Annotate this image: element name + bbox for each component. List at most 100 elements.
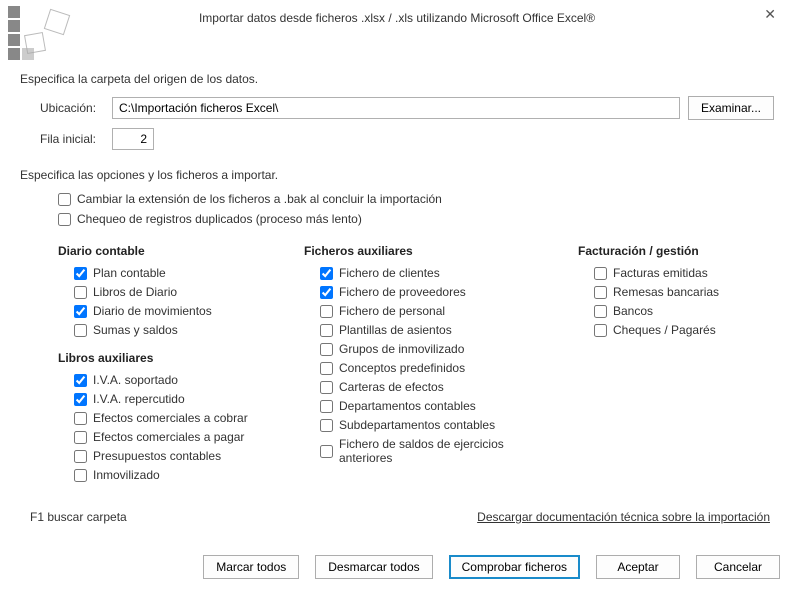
checkbox[interactable] <box>58 193 71 206</box>
group-items-libros: I.V.A. soportado I.V.A. repercutido Efecto… <box>58 373 278 482</box>
checkbox-label: Fichero de saldos de ejercicios anterior… <box>339 437 552 465</box>
section-options-label: Especifica las opciones y los ficheros a… <box>20 168 774 182</box>
list-item[interactable]: Subdepartamentos contables <box>320 418 552 432</box>
checkbox[interactable] <box>320 445 333 458</box>
column-left: Diario contable Plan contable Libros de D… <box>58 244 278 496</box>
checkbox[interactable] <box>320 343 333 356</box>
checkbox[interactable] <box>74 305 87 318</box>
checkbox[interactable] <box>320 400 333 413</box>
list-item[interactable]: Inmovilizado <box>74 468 278 482</box>
list-item[interactable]: Presupuestos contables <box>74 449 278 463</box>
list-item[interactable]: I.V.A. soportado <box>74 373 278 387</box>
close-icon[interactable]: ✕ <box>758 4 782 25</box>
checkbox[interactable] <box>594 305 607 318</box>
checkbox[interactable] <box>74 469 87 482</box>
list-item[interactable]: Libros de Diario <box>74 285 278 299</box>
list-item[interactable]: Sumas y saldos <box>74 323 278 337</box>
checkbox-label: Chequeo de registros duplicados (proceso… <box>77 212 362 226</box>
list-item[interactable]: Plantillas de asientos <box>320 323 552 337</box>
checkbox-label: Libros de Diario <box>93 285 177 299</box>
checkbox[interactable] <box>74 412 87 425</box>
group-heading-ficheros: Ficheros auxiliares <box>304 244 552 258</box>
checkbox-label: Facturas emitidas <box>613 266 708 280</box>
list-item[interactable]: Grupos de inmovilizado <box>320 342 552 356</box>
dialog-title: Importar datos desde ficheros .xlsx / .x… <box>199 11 595 25</box>
location-input[interactable] <box>112 97 680 119</box>
checkbox[interactable] <box>74 324 87 337</box>
checkbox[interactable] <box>594 324 607 337</box>
list-item[interactable]: Carteras de efectos <box>320 380 552 394</box>
doc-download-link[interactable]: Descargar documentación técnica sobre la… <box>477 510 770 524</box>
column-middle: Ficheros auxiliares Fichero de clientesF… <box>304 244 552 496</box>
checkbox-label: Presupuestos contables <box>93 449 221 463</box>
checkbox[interactable] <box>74 374 87 387</box>
list-item[interactable]: Remesas bancarias <box>594 285 774 299</box>
group-items-diario: Plan contable Libros de Diario Diario de m… <box>58 266 278 337</box>
checkbox[interactable] <box>74 267 87 280</box>
list-item[interactable]: Conceptos predefinidos <box>320 361 552 375</box>
group-heading-facturacion: Facturación / gestión <box>578 244 774 258</box>
mark-all-button[interactable]: Marcar todos <box>203 555 299 579</box>
checkbox[interactable] <box>320 305 333 318</box>
cancel-button[interactable]: Cancelar <box>696 555 780 579</box>
checkbox[interactable] <box>594 267 607 280</box>
start-row-input[interactable] <box>112 128 154 150</box>
checkbox-label: Plan contable <box>93 266 166 280</box>
start-row-label: Fila inicial: <box>20 132 112 146</box>
checkbox-label: Sumas y saldos <box>93 323 178 337</box>
checkbox[interactable] <box>320 324 333 337</box>
checkbox[interactable] <box>594 286 607 299</box>
checkbox-label: Remesas bancarias <box>613 285 719 299</box>
ok-button[interactable]: Aceptar <box>596 555 680 579</box>
checkbox-label: Plantillas de asientos <box>339 323 452 337</box>
dialog-root: Importar datos desde ficheros .xlsx / .x… <box>0 0 794 593</box>
browse-button[interactable]: Examinar... <box>688 96 774 120</box>
list-item[interactable]: Cheques / Pagarés <box>594 323 774 337</box>
checkbox[interactable] <box>320 381 333 394</box>
list-item[interactable]: Bancos <box>594 304 774 318</box>
list-item[interactable]: Fichero de clientes <box>320 266 552 280</box>
group-items-ficheros: Fichero de clientes Fichero de proveedore… <box>304 266 552 465</box>
location-row: Ubicación: Examinar... <box>20 96 774 120</box>
unmark-all-button[interactable]: Desmarcar todos <box>315 555 432 579</box>
opt-bak-extension[interactable]: Cambiar la extensión de los ficheros a .… <box>58 192 774 206</box>
list-item[interactable]: Fichero de personal <box>320 304 552 318</box>
checkbox-label: Cambiar la extensión de los ficheros a .… <box>77 192 442 206</box>
list-item[interactable]: Diario de movimientos <box>74 304 278 318</box>
checkbox-label: Departamentos contables <box>339 399 476 413</box>
checkbox[interactable] <box>320 419 333 432</box>
list-item[interactable]: Efectos comerciales a cobrar <box>74 411 278 425</box>
titlebar: Importar datos desde ficheros .xlsx / .x… <box>10 6 784 30</box>
list-item[interactable]: Plan contable <box>74 266 278 280</box>
checkbox-label: Carteras de efectos <box>339 380 444 394</box>
checkbox[interactable] <box>74 450 87 463</box>
list-item[interactable]: Efectos comerciales a pagar <box>74 430 278 444</box>
list-item[interactable]: Fichero de saldos de ejercicios anterior… <box>320 437 552 465</box>
column-right: Facturación / gestión Facturas emitidas R… <box>578 244 774 496</box>
checkbox[interactable] <box>74 431 87 444</box>
checkbox[interactable] <box>74 286 87 299</box>
checkbox-label: Efectos comerciales a cobrar <box>93 411 248 425</box>
checkbox-label: Fichero de personal <box>339 304 445 318</box>
checkbox-label: Fichero de proveedores <box>339 285 466 299</box>
checkbox-label: Inmovilizado <box>93 468 160 482</box>
list-item[interactable]: Facturas emitidas <box>594 266 774 280</box>
top-options: Cambiar la extensión de los ficheros a .… <box>20 192 774 226</box>
checkbox[interactable] <box>320 267 333 280</box>
opt-duplicate-check[interactable]: Chequeo de registros duplicados (proceso… <box>58 212 774 226</box>
content-area: Especifica la carpeta del origen de los … <box>10 38 784 524</box>
checkbox[interactable] <box>58 213 71 226</box>
list-item[interactable]: Fichero de proveedores <box>320 285 552 299</box>
checkbox[interactable] <box>74 393 87 406</box>
checkbox-label: Bancos <box>613 304 653 318</box>
group-heading-diario: Diario contable <box>58 244 278 258</box>
checkbox-label: Subdepartamentos contables <box>339 418 495 432</box>
section-source-label: Especifica la carpeta del origen de los … <box>20 72 774 86</box>
checkbox[interactable] <box>320 286 333 299</box>
checkbox-label: I.V.A. repercutido <box>93 392 185 406</box>
list-item[interactable]: I.V.A. repercutido <box>74 392 278 406</box>
checkbox[interactable] <box>320 362 333 375</box>
check-files-button[interactable]: Comprobar ficheros <box>449 555 580 579</box>
list-item[interactable]: Departamentos contables <box>320 399 552 413</box>
checkbox-label: Grupos de inmovilizado <box>339 342 464 356</box>
